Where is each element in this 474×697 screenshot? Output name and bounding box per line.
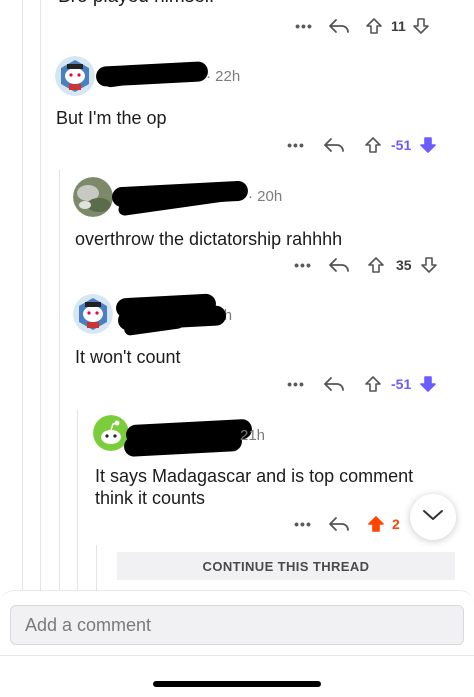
comment-actions: ••• 11 [291,14,432,38]
downvote-icon[interactable] [418,256,440,274]
comment-actions: ••• 2 [290,512,400,536]
thread-line [96,545,97,590]
upvote-icon[interactable] [361,17,387,35]
more-icon[interactable]: ••• [290,516,316,532]
downvote-icon[interactable] [417,375,439,393]
divider [0,655,474,656]
reply-icon[interactable] [317,17,361,35]
more-icon[interactable]: ••• [291,18,317,34]
vote-score: 11 [391,18,406,34]
avatar[interactable] [55,56,95,96]
reply-icon[interactable] [316,515,362,533]
vote-score: 35 [396,257,412,273]
more-icon[interactable]: ••• [283,376,309,392]
downvote-icon[interactable] [410,17,432,35]
scroll-down-button[interactable] [410,494,456,540]
timestamp: 20h [257,188,283,205]
timestamp: 21h [240,427,266,444]
home-indicator[interactable] [153,681,321,687]
reply-icon[interactable] [309,375,359,393]
comment-body: It won't count [75,347,181,367]
comment-actions: ••• -51 [283,133,439,157]
continue-thread-button[interactable]: CONTINUE THIS THREAD [117,552,455,580]
reply-icon[interactable] [309,136,359,154]
comment-actions: ••• 35 [290,253,440,277]
avatar[interactable] [73,177,113,217]
reply-icon[interactable] [316,256,362,274]
upvote-icon[interactable] [362,256,390,274]
vote-score: 2 [392,516,400,532]
add-comment-input[interactable]: Add a comment [10,605,464,645]
comment-actions: ••• -51 [283,372,439,396]
thread-line [77,410,78,590]
thread-line [40,0,41,590]
more-icon[interactable]: ••• [283,137,309,153]
vote-score: -51 [391,137,412,153]
upvote-icon[interactable] [359,136,387,154]
truncated-comment-text: Bro played himself [58,0,214,8]
comment-body-line: It says Madagascar and is top comment [95,466,414,486]
comment-body-line: think it counts [95,488,206,508]
thread-line [22,0,23,590]
comment-meta: · 22h [206,68,241,85]
comment-meta: 21h [240,427,265,444]
downvote-icon[interactable] [417,136,439,154]
upvote-icon[interactable] [359,375,387,393]
comment-meta: · 20h [248,188,283,205]
more-icon[interactable]: ••• [290,257,316,273]
chevron-down-icon [422,508,444,527]
thread-line [59,170,60,590]
comment-body: overthrow the dictatorship rahhhh [75,229,343,249]
upvote-icon[interactable] [362,515,390,533]
timestamp: 22h [215,68,241,85]
avatar[interactable] [73,294,113,334]
comment-body: But I'm the op [56,108,167,128]
vote-score: -51 [391,376,412,392]
